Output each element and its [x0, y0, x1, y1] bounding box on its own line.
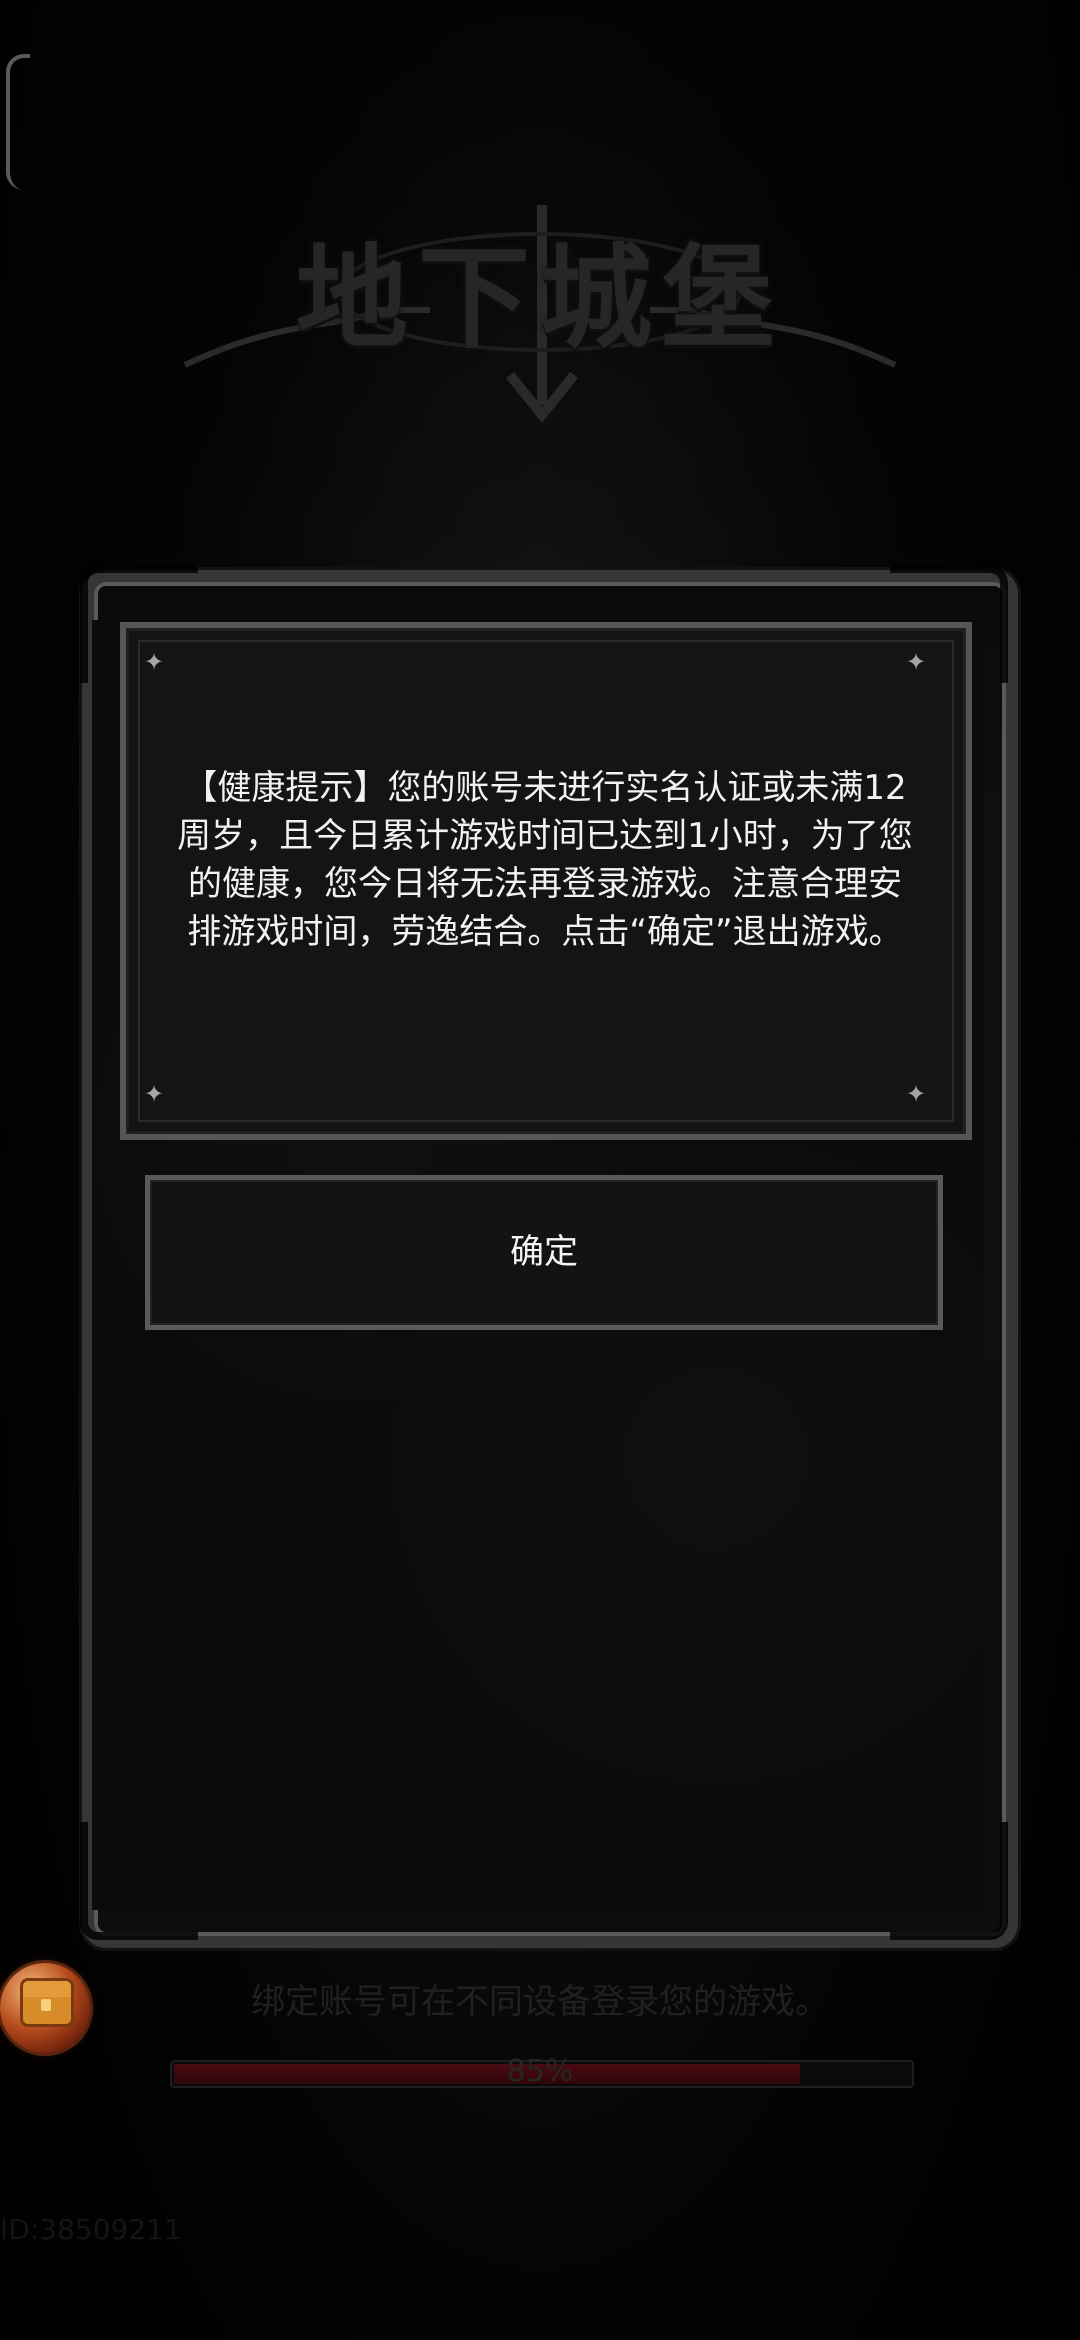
logo-text: 地下城堡 [296, 233, 784, 364]
progress-percent: 85% [506, 2054, 574, 2089]
health-message-text: 【健康提示】您的账号未进行实名认证或未满12周岁，且今日累计游戏时间已达到1小时… [177, 768, 913, 952]
left-edge-handle [6, 54, 30, 190]
sparkle-icon: ✦ [906, 1080, 927, 1108]
confirm-button[interactable]: 确定 [145, 1175, 943, 1330]
sparkle-icon: ✦ [144, 648, 165, 676]
bottom-left-ornament [80, 1822, 198, 1940]
game-logo: 地下城堡 [160, 170, 920, 440]
sparkle-icon: ✦ [144, 1080, 165, 1108]
health-message-box: 【健康提示】您的账号未进行实名认证或未满12周岁，且今日累计游戏时间已达到1小时… [120, 622, 972, 1140]
gift-chest-button[interactable] [0, 1963, 90, 2053]
treasure-chest-icon [20, 1978, 74, 2027]
sparkle-icon: ✦ [906, 648, 927, 676]
bind-account-tip: 绑定账号可在不同设备登录您的游戏。 [251, 1982, 829, 2022]
bottom-right-ornament [890, 1822, 1008, 1940]
player-id: ID:38509211 [0, 2213, 182, 2246]
loading-progress: 85% [170, 2054, 914, 2094]
